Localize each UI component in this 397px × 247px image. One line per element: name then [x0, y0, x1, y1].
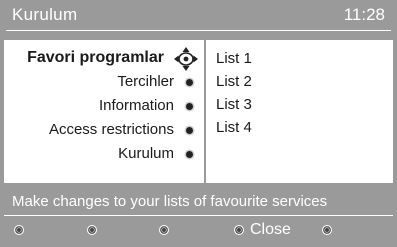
info-divider	[4, 215, 393, 216]
submenu-panel: List 1 List 2 List 3 List 4	[206, 40, 393, 183]
menu-item-favori-programlar[interactable]: Favori programlar	[4, 47, 204, 71]
list-item-2[interactable]: List 2	[216, 73, 252, 90]
page-title: Kurulum	[12, 5, 78, 24]
bullet-icon	[186, 103, 193, 110]
menu-item-information[interactable]: Information	[4, 96, 204, 118]
title-bar: Kurulum 11:28	[0, 0, 397, 28]
radio-dot-icon	[322, 225, 332, 235]
clock: 11:28	[343, 5, 385, 24]
tv-menu-screen: Kurulum 11:28 Favori programlar Tercihle…	[0, 0, 397, 247]
button-label: Close	[250, 221, 291, 238]
menu-item-label: Information	[98, 97, 174, 114]
menu-item-tercihler[interactable]: Tercihler	[4, 72, 204, 94]
menu-item-label: Tercihler	[117, 73, 174, 90]
menu-item-kurulum[interactable]: Kurulum	[4, 144, 204, 166]
list-item-1[interactable]: List 1	[216, 50, 252, 67]
menu-item-label: Kurulum	[118, 145, 174, 162]
menu-item-label: Access restrictions	[48, 121, 174, 138]
menu-item-access-restrictions[interactable]: Access restrictions	[4, 120, 204, 142]
bullet-icon	[186, 79, 193, 86]
radio-dot-icon	[14, 225, 24, 235]
dpad-navigate-icon	[174, 47, 198, 71]
list-item-4[interactable]: List 4	[216, 119, 252, 136]
menu-item-label: Favori programlar	[27, 49, 164, 66]
menu-panel: Favori programlar Tercihler Information …	[4, 40, 204, 183]
list-item-3[interactable]: List 3	[216, 96, 252, 113]
radio-dot-icon	[159, 225, 169, 235]
radio-dot-icon	[87, 225, 97, 235]
help-text: Make changes to your lists of favourite …	[12, 193, 328, 210]
radio-dot-icon	[234, 225, 244, 235]
bullet-icon	[186, 151, 193, 158]
title-divider	[6, 30, 391, 31]
bullet-icon	[186, 127, 193, 134]
